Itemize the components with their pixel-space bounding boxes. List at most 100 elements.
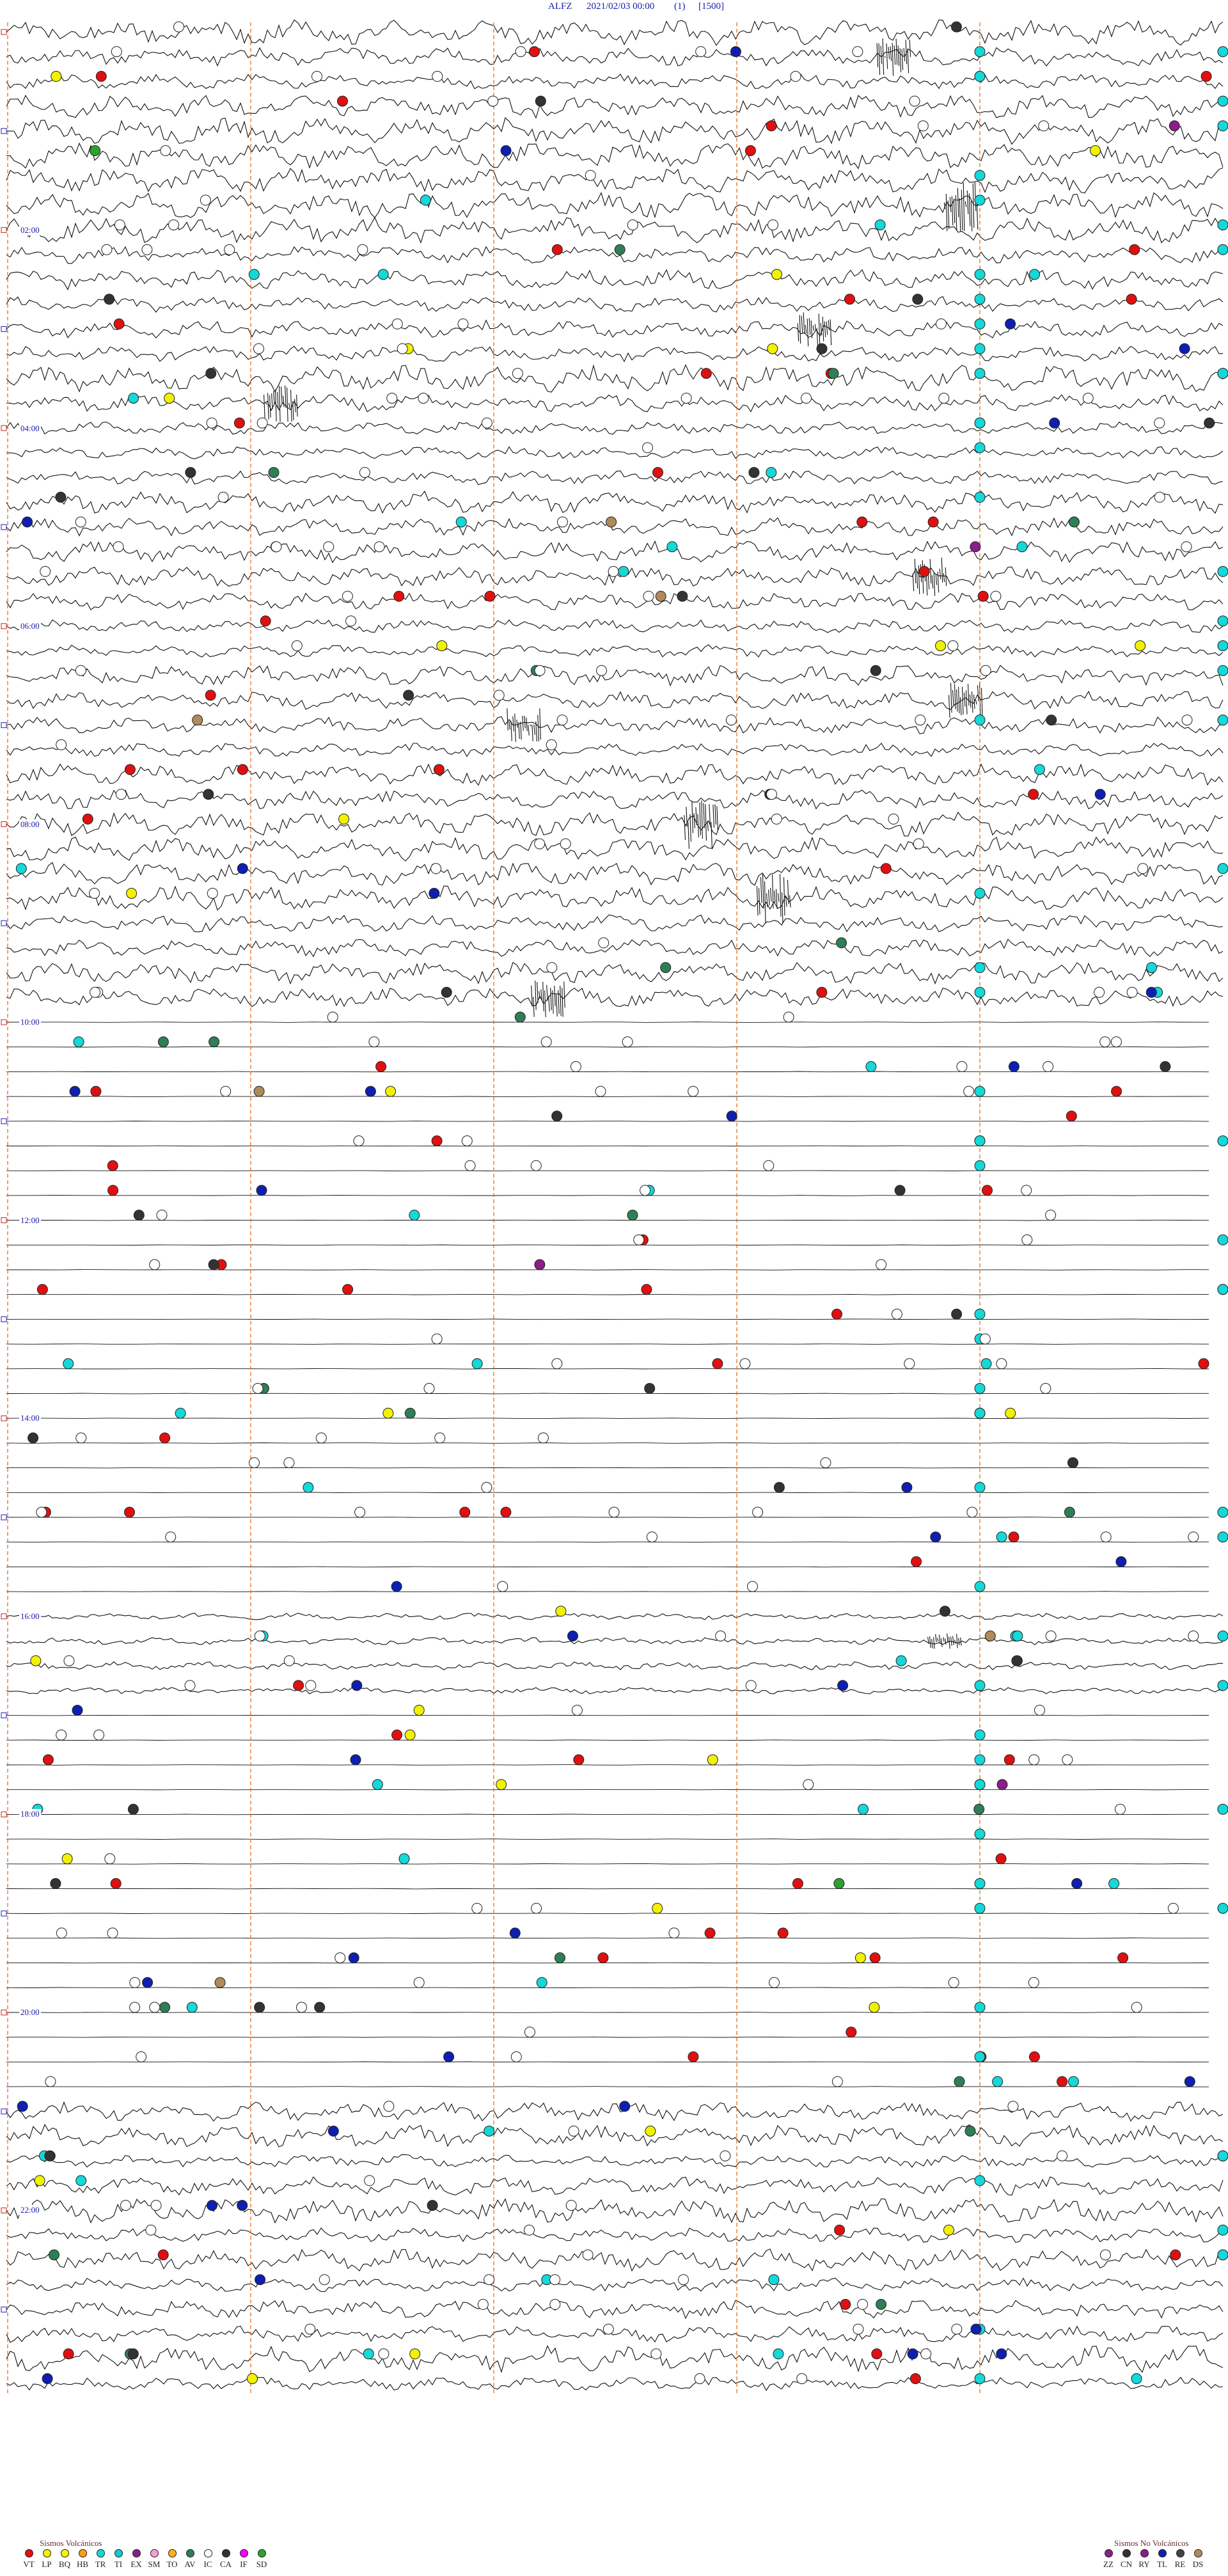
event-ic-marker [767,219,778,231]
event-ic-marker [979,1333,991,1345]
event-tr-marker [974,1680,986,1691]
event-tl-marker [1179,343,1190,354]
event-vt-marker [113,318,125,329]
event-vt-marker [982,1185,993,1196]
event-ic-marker [141,244,153,255]
trace-line [6,592,1224,611]
trace-line [6,1368,1209,1370]
event-ic-marker [386,393,398,404]
event-ic-marker [510,2051,522,2062]
event-tr-marker [974,417,986,429]
event-tr-marker [974,269,986,280]
event-av-marker [157,1036,169,1048]
event-tr-marker [992,2076,1004,2087]
event-ca-marker [870,665,881,676]
event-tl-marker [1184,2076,1195,2087]
event-ca-marker [203,789,214,800]
event-vt-marker [1198,1358,1209,1370]
event-tr-marker [1034,764,1045,775]
event-ic-marker [602,2323,614,2335]
trace-line [6,682,1224,718]
event-vt-marker [529,46,540,58]
event-lp-marker [385,1086,397,1097]
event-av-marker [964,2126,976,2137]
event-ic-marker [1154,417,1165,429]
event-lp-marker [338,813,350,825]
trace-line [6,619,1224,633]
event-ic-marker [801,393,812,404]
event-av-marker [1064,1506,1075,1518]
event-tl-marker [17,2101,28,2112]
trace-line [6,142,1224,170]
event-tr-marker [15,863,27,874]
edge-tick-marker [1,1712,7,1719]
event-tl-marker [1005,318,1016,329]
event-ic-marker [90,986,101,998]
event-ic-marker [947,640,959,651]
event-lp-marker [943,2224,954,2236]
event-ic-marker [305,1680,317,1691]
event-ic-marker [720,2150,731,2161]
event-ic-marker [565,2200,577,2211]
event-tl-marker [348,1952,359,1964]
event-ic-marker [184,1680,196,1691]
event-ic-marker [319,2274,330,2286]
event-tr-marker [996,1531,1007,1543]
event-ic-marker [1126,986,1138,998]
event-ic-marker [568,2126,579,2137]
event-tl-marker [901,1482,913,1493]
event-vt-marker [880,863,892,874]
event-vt-marker [36,1284,48,1295]
event-vt-marker [911,1556,922,1567]
event-ca-marker [912,294,924,305]
event-vt-marker [107,1185,119,1196]
event-av-marker [209,1036,220,1048]
trace-line [6,789,1224,810]
event-ic-marker [571,1705,583,1716]
helicorder-plot [1,19,1228,2394]
event-tr-marker [1217,615,1228,627]
event-vt-marker [484,590,496,602]
trace-line [6,708,1224,742]
sm-dot-icon [150,2549,159,2557]
event-ic-marker [471,1902,483,1914]
event-vt-marker [433,764,445,775]
event-tr-marker [377,269,389,280]
event-ic-marker [327,1011,338,1023]
plot-datetime: 2021/02/03 00:00 [586,1,655,12]
event-ic-marker [920,2348,932,2360]
event-vt-marker [816,986,828,998]
event-ic-marker [646,1531,657,1543]
event-ic-marker [1094,986,1105,998]
event-vt-marker [846,2027,857,2038]
legend-item-cn: CN [1117,2549,1136,2570]
trace-line [6,540,1224,564]
event-ic-marker [89,888,100,899]
event-lp-marker [436,640,448,651]
trace-line [6,1813,1209,1815]
event-tr-marker [128,393,139,404]
event-tl-marker [22,516,33,528]
event-vt-marker [293,1680,304,1691]
event-vt-marker [995,1853,1007,1865]
trace-line [6,95,1224,119]
trace-line [6,2248,1224,2272]
event-ca-marker [427,2200,438,2211]
event-ic-marker [168,219,179,231]
event-ic-marker [725,715,737,726]
event-ca-marker [104,294,115,305]
event-ic-marker [249,1457,260,1469]
event-ca-marker [644,1383,656,1394]
event-ca-marker [127,2348,139,2360]
event-tl-marker [567,1631,578,1641]
event-ca-marker [208,1259,219,1270]
event-ic-marker [763,1160,775,1171]
event-ic-marker [431,1333,443,1345]
event-ic-marker [537,1432,549,1444]
legend-nonvolcanic-title: Sismos No Volcánicos [1114,2538,1189,2548]
event-ic-marker [323,541,335,553]
event-ic-marker [311,70,322,82]
event-tr-marker [974,1086,986,1097]
trace-line [6,312,1224,348]
trace-line [6,1714,1209,1716]
